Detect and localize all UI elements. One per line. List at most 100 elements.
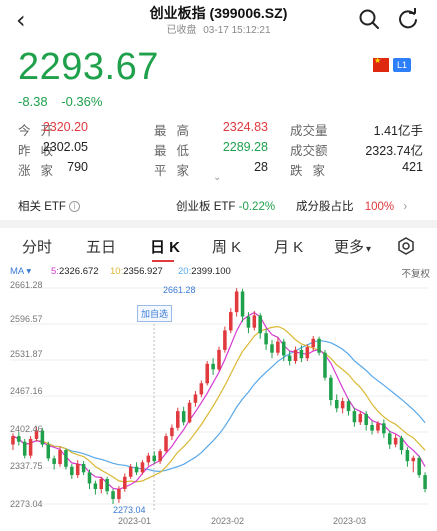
ma20-entry: 20:2399.100 xyxy=(178,266,231,277)
candle-body xyxy=(276,341,280,353)
candle-body xyxy=(22,441,27,456)
etf-bar: 相关 ETF i 创业板 ETF -0.22% 成分股占比 100% › xyxy=(0,190,437,218)
stat-value: 2302.05 xyxy=(42,140,88,154)
related-etf[interactable]: 相关 ETF i xyxy=(18,198,80,214)
stat-value: 421 xyxy=(402,160,423,174)
candle-body xyxy=(234,291,239,313)
stat-label: 成交量 xyxy=(290,124,328,138)
etf-item[interactable]: 创业板 ETF -0.22% xyxy=(176,198,275,214)
ma20-value: 2399.100 xyxy=(191,266,231,277)
max-price-label: 2661.28 xyxy=(163,285,196,295)
tab-daily-k[interactable]: 日 K xyxy=(150,236,180,257)
ma20-key: 20: xyxy=(178,266,192,277)
candle-body xyxy=(193,394,198,403)
candle-body xyxy=(329,377,333,400)
stat-value: 790 xyxy=(67,160,88,174)
x-tick-label: 2023-03 xyxy=(333,516,367,526)
active-tab-indicator xyxy=(152,260,174,262)
candle-body xyxy=(70,466,74,476)
stat-label: 成交额 xyxy=(290,144,328,158)
candle-body xyxy=(364,413,368,426)
candle-body xyxy=(199,383,204,395)
candle-body xyxy=(205,363,209,384)
candle-body xyxy=(287,355,292,362)
nav-bar: ‹ 创业板指 (399006.SZ) 已收盘 03-17 15:12:21 xyxy=(0,0,437,38)
y-tick-label: 2531.87 xyxy=(10,349,43,359)
candle-body xyxy=(187,402,192,423)
ma10-key: 10: xyxy=(110,266,124,277)
y-tick-label: 2337.75 xyxy=(10,461,43,471)
candle-body xyxy=(293,349,298,362)
info-icon[interactable]: i xyxy=(68,201,80,212)
ma-title: MA xyxy=(10,266,24,277)
section-divider xyxy=(0,220,437,228)
etf-name: 创业板 ETF xyxy=(176,201,236,213)
candle-body xyxy=(376,423,380,431)
candle-body xyxy=(217,349,221,370)
candle-body xyxy=(258,315,262,334)
change-value: -8.38 xyxy=(18,94,48,109)
candle-body xyxy=(393,437,398,445)
candle-body xyxy=(93,483,98,490)
candle-body xyxy=(399,437,404,451)
x-tick-label: 2023-02 xyxy=(211,516,245,526)
candlestick-chart[interactable]: 2661.28 2596.57 2531.87 2467.16 2402.46 … xyxy=(0,280,437,531)
tab-monthly-k[interactable]: 月 K xyxy=(274,236,303,257)
refresh-icon[interactable] xyxy=(397,8,419,30)
candle-body xyxy=(264,333,268,345)
search-icon[interactable] xyxy=(358,8,380,30)
stat-value: 2323.74亿 xyxy=(365,144,423,158)
candle-body xyxy=(311,338,315,348)
etf-change: -0.22% xyxy=(238,201,276,213)
candle-body xyxy=(164,436,168,452)
add-to-watchlist-marker[interactable]: 加自选 xyxy=(137,305,173,322)
expand-chevron-icon[interactable]: ⌄ xyxy=(213,172,221,183)
candle-body xyxy=(229,312,233,331)
candle-body xyxy=(176,411,180,428)
candle-body xyxy=(158,451,162,462)
candle-body xyxy=(317,338,321,353)
candle-body xyxy=(240,291,245,317)
candle-body xyxy=(52,458,56,464)
y-tick-label: 2402.46 xyxy=(10,424,43,434)
candle-body xyxy=(405,450,410,462)
y-tick-label: 2596.57 xyxy=(10,314,43,324)
ma5-value: 2326.672 xyxy=(58,266,99,277)
stat-value: 28 xyxy=(254,160,268,174)
candle-body xyxy=(46,444,51,459)
tab-weekly-k[interactable]: 周 K xyxy=(212,236,241,257)
candle-body xyxy=(134,466,139,473)
status-text: 已收盘 xyxy=(166,25,197,36)
level1-badge[interactable]: L1 xyxy=(393,58,411,72)
ma10-value: 2356.927 xyxy=(123,266,163,277)
component-value: 100% xyxy=(364,201,395,213)
x-tick-label: 2023-01 xyxy=(118,516,152,526)
candle-body xyxy=(211,363,215,370)
chevron-right-icon: › xyxy=(403,201,408,213)
candle-body xyxy=(152,455,157,462)
tab-intraday[interactable]: 分时 xyxy=(22,236,52,257)
candle-body xyxy=(28,438,33,456)
y-tick-label: 2467.16 xyxy=(10,386,43,396)
candle-body xyxy=(146,455,151,463)
component-label: 成分股占比 xyxy=(296,201,354,213)
ma5-line xyxy=(12,311,426,491)
stat-label: 平家 xyxy=(154,164,200,178)
related-etf-label: 相关 ETF xyxy=(18,201,66,213)
candle-body xyxy=(382,423,386,434)
ma-selector[interactable]: MA ▾ xyxy=(10,266,31,277)
chart-tabs: 分时 五日 日 K 周 K 月 K 更多 ▾ xyxy=(0,230,437,262)
tab-more[interactable]: 更多 ▾ xyxy=(334,236,371,257)
ma10-entry: 10:2356.927 xyxy=(110,266,163,277)
settings-icon[interactable] xyxy=(397,237,415,255)
candle-body xyxy=(170,427,174,437)
candle-body xyxy=(340,401,345,409)
tab-five-day[interactable]: 五日 xyxy=(86,236,116,257)
component-share[interactable]: 成分股占比 100% › xyxy=(296,198,407,214)
quote-panel: 2293.67 -8.38 -0.36% L1 今开2320.20最高2324.… xyxy=(0,38,437,188)
candle-body xyxy=(128,466,133,477)
candle-body xyxy=(358,413,363,423)
adjustment-mode[interactable]: 不复权 xyxy=(401,266,430,280)
candle-body xyxy=(140,462,145,473)
stat-label: 最高 xyxy=(154,124,200,138)
